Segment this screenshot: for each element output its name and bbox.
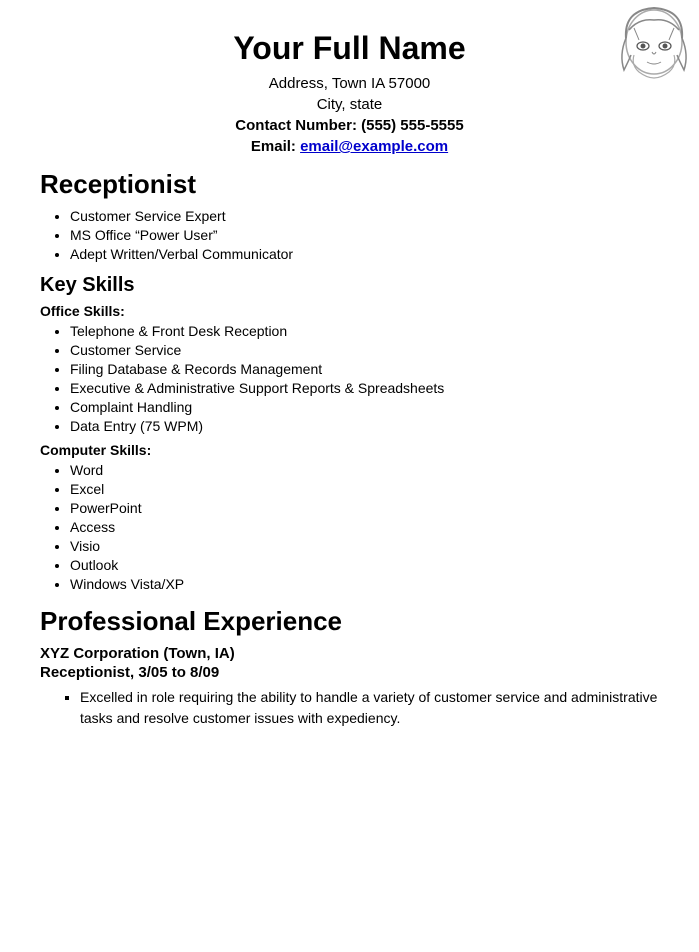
list-item: Customer Service Expert [70,208,659,224]
list-item: Windows Vista/XP [70,576,659,592]
list-item: PowerPoint [70,500,659,516]
experience-title: Professional Experience [40,606,659,637]
list-item: Filing Database & Records Management [70,361,659,377]
email-link[interactable]: email@example.com [300,138,448,155]
list-item: Customer Service [70,342,659,358]
list-item: Visio [70,538,659,554]
list-item: Adept Written/Verbal Communicator [70,246,659,262]
email-label: Email: [251,138,296,155]
list-item: MS Office “Power User” [70,227,659,243]
list-item: Excelled in role requiring the ability t… [80,687,659,729]
list-item: Outlook [70,557,659,573]
email-line: Email: email@example.com [40,138,659,155]
resume-page: Your Full Name Address, Town IA 57000 Ci… [0,0,699,952]
contact-label: Contact Number: [235,117,357,134]
list-item: Telephone & Front Desk Reception [70,323,659,339]
computer-skills-list: Word Excel PowerPoint Access Visio Outlo… [70,462,659,592]
contact-number: (555) 555-5555 [361,117,464,134]
contact-number-line: Contact Number: (555) 555-5555 [40,117,659,134]
list-item: Excel [70,481,659,497]
computer-skills-label: Computer Skills: [40,442,659,458]
experience-section: Professional Experience XYZ Corporation … [40,606,659,729]
list-item: Executive & Administrative Support Repor… [70,380,659,396]
list-item: Data Entry (75 WPM) [70,418,659,434]
office-skills-label: Office Skills: [40,303,659,319]
full-name: Your Full Name [40,30,659,67]
header-section: Your Full Name Address, Town IA 57000 Ci… [40,30,659,155]
receptionist-bullet-list: Customer Service Expert MS Office “Power… [70,208,659,262]
list-item: Access [70,519,659,535]
city-state-line: City, state [40,96,659,113]
company-name: XYZ Corporation (Town, IA) [40,645,659,662]
office-skills-list: Telephone & Front Desk Reception Custome… [70,323,659,434]
job-title: Receptionist, 3/05 to 8/09 [40,664,659,681]
receptionist-section: Receptionist Customer Service Expert MS … [40,169,659,262]
receptionist-title: Receptionist [40,169,659,200]
experience-bullet-list: Excelled in role requiring the ability t… [80,687,659,729]
keyskills-section: Key Skills Office Skills: Telephone & Fr… [40,274,659,592]
address-line: Address, Town IA 57000 [40,75,659,92]
list-item: Complaint Handling [70,399,659,415]
list-item: Word [70,462,659,478]
keyskills-title: Key Skills [40,274,659,297]
